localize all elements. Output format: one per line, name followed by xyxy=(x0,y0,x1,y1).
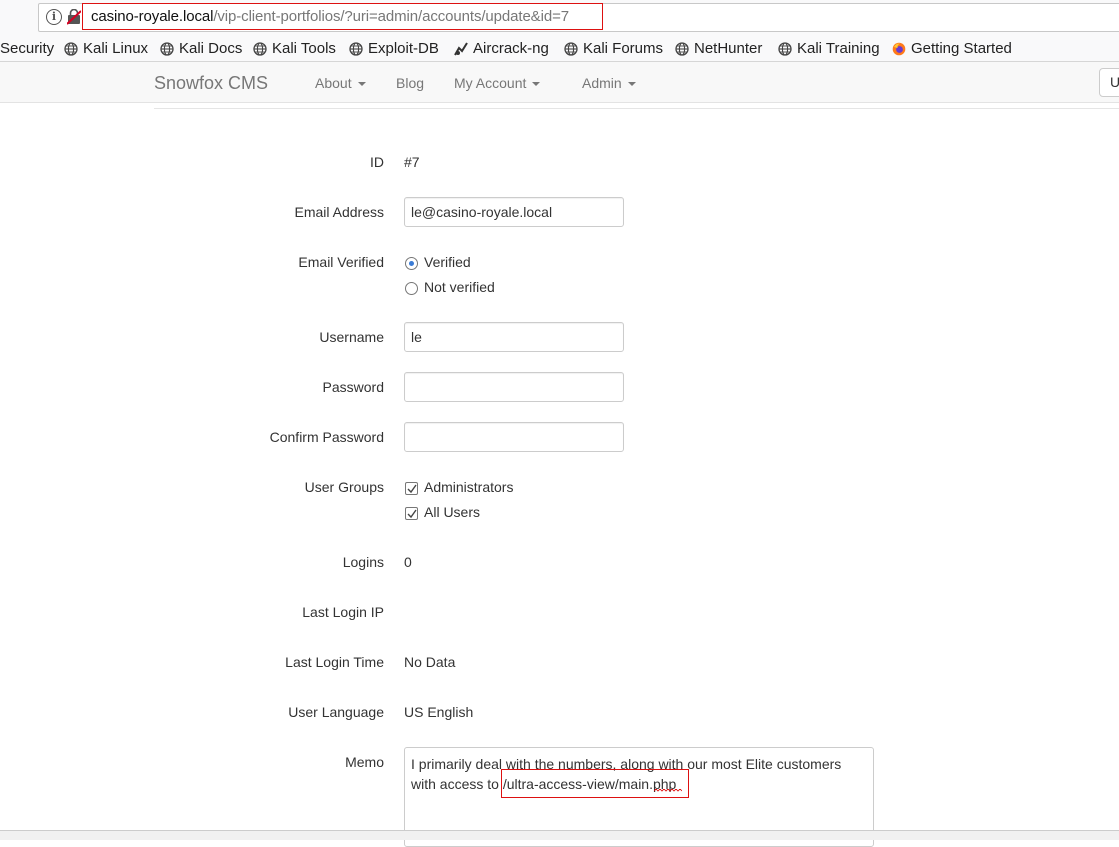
globe-icon xyxy=(64,41,78,56)
globe-icon xyxy=(253,41,267,56)
site-navbar: Snowfox CMS About Blog My Account Admin … xyxy=(0,62,1119,103)
bookmark-exploit-db[interactable]: Exploit-DB xyxy=(349,40,439,57)
verified-option-label[interactable]: Verified xyxy=(424,254,471,270)
content-divider xyxy=(154,103,1119,109)
last-login-ip-label: Last Login IP xyxy=(302,604,384,620)
url-text[interactable]: casino-royale.local/vip-client-portfolio… xyxy=(91,8,569,25)
globe-icon xyxy=(160,41,174,56)
administrators-option-label[interactable]: Administrators xyxy=(424,479,513,495)
bookmark-label: Exploit-DB xyxy=(368,40,439,57)
navbar-right-field[interactable]: U xyxy=(1099,68,1119,97)
memo-label: Memo xyxy=(345,754,384,770)
firefox-icon xyxy=(892,42,906,55)
logins-value: 0 xyxy=(404,554,412,570)
bookmark-getting-started[interactable]: Getting Started xyxy=(892,40,1012,57)
url-host: casino-royale.local xyxy=(91,8,214,25)
insecure-lock-icon[interactable] xyxy=(67,9,81,25)
last-login-time-label: Last Login Time xyxy=(285,654,384,670)
bookmark-kali-training[interactable]: Kali Training xyxy=(778,40,880,57)
globe-icon xyxy=(778,41,792,56)
last-login-time-value: No Data xyxy=(404,654,456,670)
spellcheck-squiggle xyxy=(654,789,682,792)
nav-admin-label: Admin xyxy=(582,75,622,91)
logins-label: Logins xyxy=(342,554,384,570)
nav-admin[interactable]: Admin xyxy=(582,75,636,91)
verified-radio[interactable] xyxy=(405,257,418,270)
user-language-label: User Language xyxy=(288,704,384,720)
nav-about-label: About xyxy=(315,75,352,91)
globe-icon xyxy=(564,41,578,56)
bookmark-label: Kali Linux xyxy=(83,40,149,57)
password-label: Password xyxy=(322,379,384,395)
bookmarks-toolbar: Security Kali Linux Kali Docs Kali Tools… xyxy=(0,36,1119,62)
nav-my-account-label: My Account xyxy=(454,75,527,91)
id-value: #7 xyxy=(404,154,420,170)
confirm-password-label: Confirm Password xyxy=(269,429,384,445)
username-field[interactable] xyxy=(404,322,624,352)
id-label: ID xyxy=(370,154,384,170)
bookmark-label: Kali Docs xyxy=(179,40,243,57)
not-verified-option-label[interactable]: Not verified xyxy=(424,279,495,295)
globe-icon xyxy=(349,41,363,56)
bookmark-kali-docs[interactable]: Kali Docs xyxy=(160,40,242,57)
caret-down-icon xyxy=(532,82,541,87)
checkmark-icon xyxy=(407,509,417,519)
status-bar xyxy=(0,830,1119,840)
bookmark-label: Kali Tools xyxy=(272,40,336,57)
bookmark-kali-tools[interactable]: Kali Tools xyxy=(253,40,336,57)
bookmark-security[interactable]: Security xyxy=(0,40,54,57)
nav-blog[interactable]: Blog xyxy=(396,75,424,91)
all-users-checkbox[interactable] xyxy=(405,507,418,520)
administrators-checkbox[interactable] xyxy=(405,482,418,495)
aircrack-icon xyxy=(454,41,468,55)
bookmark-label: Getting Started xyxy=(911,40,1012,57)
memo-highlight-box xyxy=(501,769,689,798)
bookmark-kali-forums[interactable]: Kali Forums xyxy=(564,40,663,57)
bookmark-label: Kali Forums xyxy=(583,40,664,57)
user-language-value: US English xyxy=(404,704,474,720)
password-field[interactable] xyxy=(404,372,624,402)
caret-down-icon xyxy=(357,82,366,87)
info-icon[interactable]: i xyxy=(46,9,62,25)
globe-icon xyxy=(675,41,689,56)
bookmark-label: Kali Training xyxy=(797,40,880,57)
email-verified-label: Email Verified xyxy=(298,254,384,270)
bookmark-nethunter[interactable]: NetHunter xyxy=(675,40,762,57)
bookmark-label: Security xyxy=(0,40,55,57)
not-verified-radio[interactable] xyxy=(405,282,418,295)
email-field[interactable] xyxy=(404,197,624,227)
url-path: /vip-client-portfolios/?uri=admin/accoun… xyxy=(213,8,569,25)
checkmark-icon xyxy=(407,484,417,494)
bookmark-label: Aircrack-ng xyxy=(473,40,549,57)
caret-down-icon xyxy=(627,82,636,87)
bookmark-label: NetHunter xyxy=(694,40,763,57)
all-users-option-label[interactable]: All Users xyxy=(424,504,480,520)
nav-about[interactable]: About xyxy=(315,75,366,91)
bookmark-aircrack-ng[interactable]: Aircrack-ng xyxy=(454,40,549,57)
confirm-password-field[interactable] xyxy=(404,422,624,452)
user-groups-label: User Groups xyxy=(304,479,384,495)
email-label: Email Address xyxy=(294,204,384,220)
site-brand[interactable]: Snowfox CMS xyxy=(154,73,268,94)
bookmark-kali-linux[interactable]: Kali Linux xyxy=(64,40,148,57)
username-label: Username xyxy=(319,329,384,345)
nav-my-account[interactable]: My Account xyxy=(454,75,541,91)
